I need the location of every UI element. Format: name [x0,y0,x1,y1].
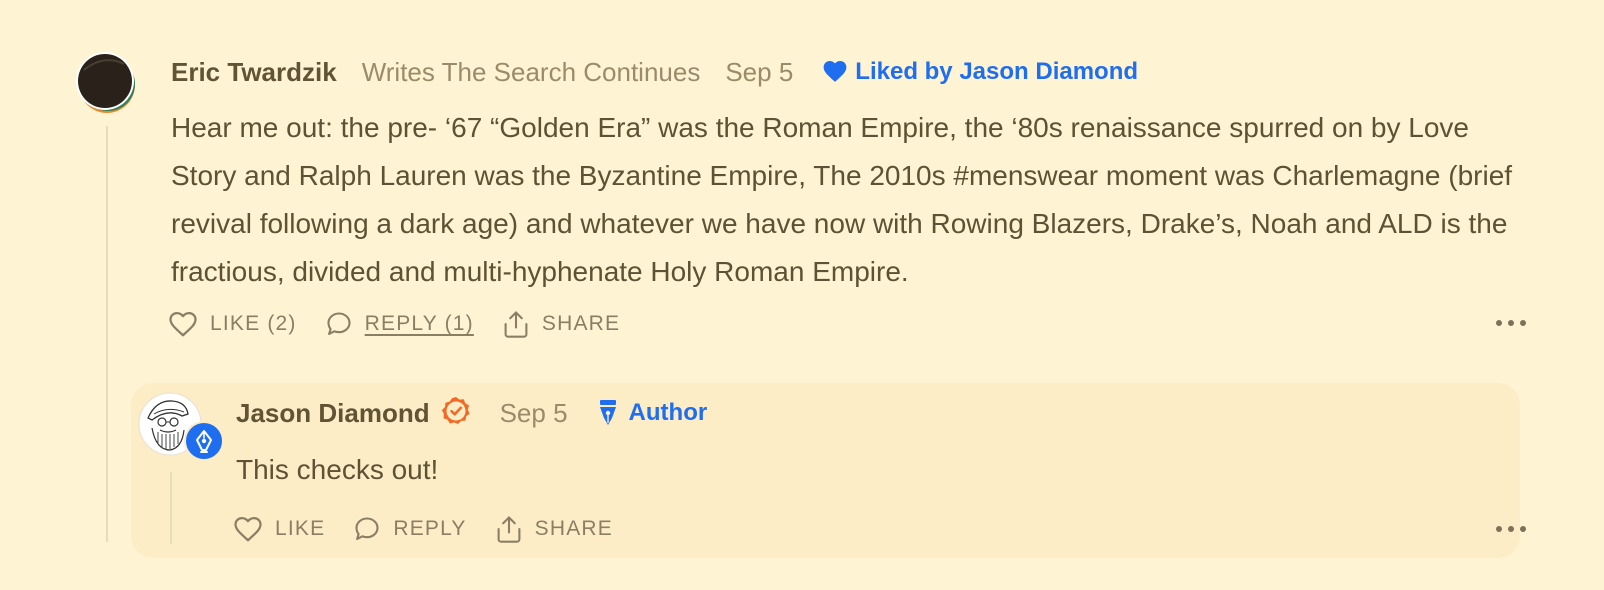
reply-author-name[interactable]: Jason Diamond [236,398,430,429]
reply-header: Jason Diamond Sep 5 Author [236,392,707,434]
thread-line [106,126,108,542]
like-label: LIKE (2) [210,312,297,335]
reply-date[interactable]: Sep 5 [500,398,568,429]
avatar-dark-circle-icon [76,52,135,113]
reply-label: REPLY (1) [364,312,474,335]
fountain-pen-icon [599,400,616,425]
verified-check-icon [440,395,472,432]
share-label: SHARE [541,312,621,335]
comment-date[interactable]: Sep 5 [725,57,793,88]
reply-share-label: SHARE [534,517,613,540]
liked-by-text: Liked by Jason Diamond [855,58,1139,85]
reply-body: This checks out! [236,454,439,485]
commenter-avatar[interactable] [74,50,138,114]
reply-more-dots-icon[interactable] [1496,524,1526,534]
share-button[interactable]: SHARE [502,309,620,339]
commenter-publication[interactable]: Writes The Search Continues [362,57,701,88]
reply-like-button[interactable]: LIKE [233,515,325,543]
fountain-pen-badge-icon [184,421,224,461]
reply-button[interactable]: REPLY (1) [325,310,474,338]
heart-outline-icon [234,517,262,542]
reply-share-button[interactable]: SHARE [495,514,613,544]
reply-reply-label: REPLY [393,517,467,540]
liked-by-badge: Liked by Jason Diamond [822,58,1138,86]
comment-body: Hear me out: the pre- ‘67 “Golden Era” w… [171,112,1513,287]
speech-bubble-icon [327,312,351,335]
author-tag-label: Author [628,399,708,426]
share-upload-icon [497,516,521,543]
more-dots-icon[interactable] [1496,318,1526,328]
heart-outline-icon [169,312,197,337]
author-tag: Author [598,399,708,427]
reply-reply-button[interactable]: REPLY [353,515,466,543]
comment-header: Eric Twardzik Writes The Search Continue… [171,52,1138,92]
like-button[interactable]: LIKE (2) [168,310,297,338]
reply-actions: LIKE REPLY SHARE [233,512,613,546]
comment-actions: LIKE (2) REPLY (1) SHARE [168,307,620,341]
reply-thread-line [170,472,172,544]
heart-filled-icon [823,61,847,82]
reply-like-label: LIKE [275,517,326,540]
share-upload-icon [504,311,528,338]
commenter-name[interactable]: Eric Twardzik [171,57,337,88]
speech-bubble-icon [355,517,379,540]
